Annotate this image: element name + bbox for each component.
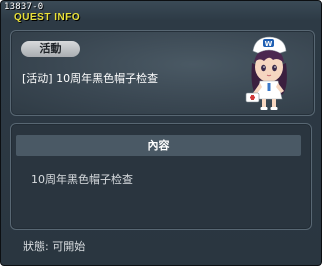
quest-summary-panel: 活動 [活动] 10周年黑色帽子检查 W [10, 30, 315, 116]
window-title: QUEST INFO [14, 12, 81, 23]
quest-category-badge: 活動 [21, 41, 80, 57]
nurse-npc-icon: W [245, 36, 287, 110]
quest-status: 狀態: 可開始 [23, 240, 86, 253]
svg-text:W: W [265, 40, 273, 48]
window-id: 13837-0 [4, 2, 44, 12]
quest-content-text: 10周年黑色帽子检查 [31, 173, 133, 186]
quest-title: [活动] 10周年黑色帽子检查 [22, 72, 159, 85]
quest-info-window: 13837-0 QUEST INFO 活動 [活动] 10周年黑色帽子检查 W [0, 0, 322, 266]
quest-content-panel: 內容 10周年黑色帽子检查 [10, 123, 312, 230]
content-header: 內容 [16, 135, 301, 156]
